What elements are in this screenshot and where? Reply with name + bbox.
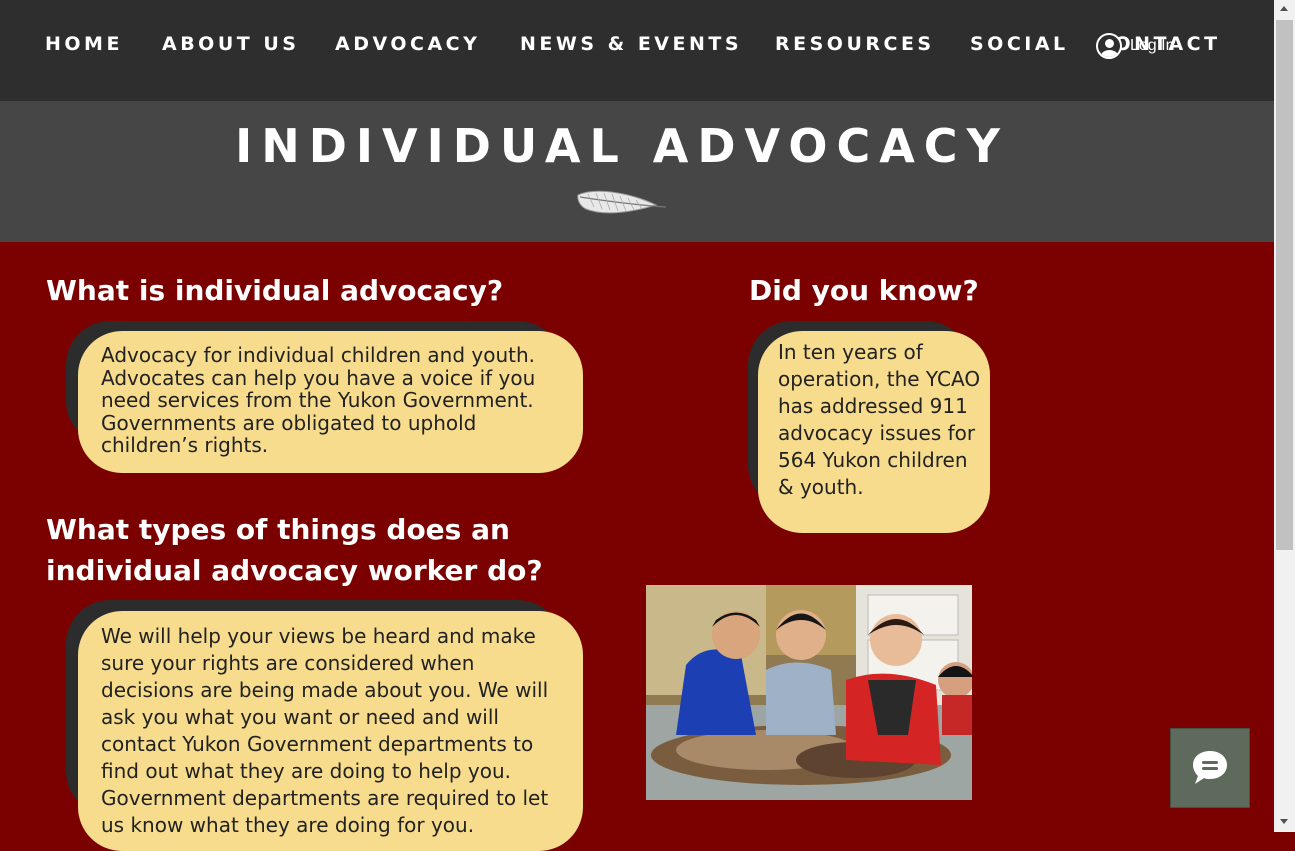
vertical-scrollbar[interactable] [1274,0,1295,832]
nav-resources[interactable]: RESOURCES [775,33,935,55]
nav-social[interactable]: SOCIAL [970,33,1069,55]
what-types-bubble: We will help your views be heard and mak… [78,611,583,851]
login-label: Log In [1130,37,1175,54]
children-photo [646,585,972,800]
did-you-know-text: In ten years of operation, the YCAO has … [778,340,981,499]
nav-home[interactable]: HOME [45,33,123,55]
chat-icon [1193,751,1227,784]
did-you-know-bubble: In ten years of operation, the YCAO has … [758,331,990,533]
heading-what-is: What is individual advocacy? [46,274,504,307]
heading-did-you-know: Did you know? [749,274,979,307]
scroll-down-icon[interactable] [1280,819,1288,824]
chat-button[interactable] [1170,728,1250,808]
feather-icon [577,190,667,214]
nav-about-us[interactable]: ABOUT US [162,33,299,55]
page-title: INDIVIDUAL ADVOCACY [235,119,1009,173]
what-is-text: Advocacy for individual children and you… [101,343,536,458]
nav-advocacy[interactable]: ADVOCACY [335,33,480,55]
heading-line-2: individual advocacy worker do? [46,554,543,587]
scroll-thumb[interactable] [1276,20,1293,550]
scroll-up-icon[interactable] [1280,6,1288,11]
what-is-bubble: Advocacy for individual children and you… [78,331,583,473]
what-types-text: We will help your views be heard and mak… [101,624,549,837]
top-navigation: HOME ABOUT US ADVOCACY NEWS & EVENTS RES… [0,0,1274,101]
hero-banner: INDIVIDUAL ADVOCACY [0,101,1274,242]
user-avatar-icon [1096,33,1122,59]
login-button[interactable]: Log In [1096,32,1174,60]
heading-what-types: What types of things does an individual … [46,509,543,591]
nav-news-events[interactable]: NEWS & EVENTS [520,33,742,55]
heading-line-1: What types of things does an [46,513,510,546]
